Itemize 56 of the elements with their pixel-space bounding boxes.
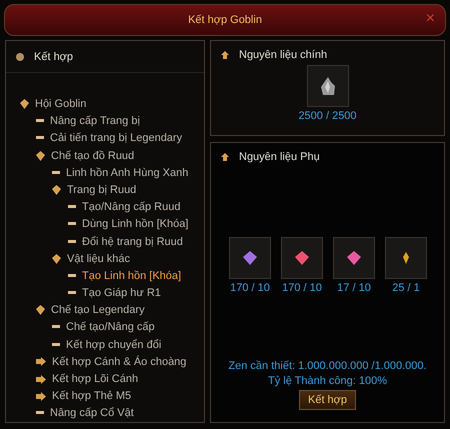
dash-icon (52, 170, 60, 175)
zen-cost: Zen cần thiết: 1.000.000.000 /1.000.000. (227, 360, 428, 372)
ore-icon (320, 77, 336, 95)
tree-item[interactable]: Nâng cấp Cổ Vật (50, 407, 134, 420)
success-rate: Tỷ lệ Thành công: 100% (266, 375, 388, 387)
tree-item[interactable]: Dùng Linh hồn [Khóa] (82, 218, 188, 230)
tree-item[interactable]: Trang bị Ruud (67, 184, 136, 196)
dash-icon (68, 205, 76, 210)
tree-item[interactable]: Chế tạo đồ Ruud (51, 150, 134, 162)
dash-icon (68, 274, 76, 278)
dash-icon (52, 342, 60, 347)
dash-icon (68, 240, 76, 244)
dash-icon (68, 222, 76, 226)
item-slot[interactable] (281, 237, 323, 279)
dash-icon (68, 291, 76, 296)
tree-item[interactable]: Nâng cấp Trang bị (50, 115, 140, 128)
item-count: 170 / 10 (282, 282, 322, 294)
orb-icon (16, 52, 24, 61)
tree-item[interactable]: Kết hợp Thẻ M5 (52, 390, 132, 402)
dash-icon (52, 325, 60, 330)
diamond-down-icon (20, 99, 29, 110)
tree-item[interactable]: Vật liệu khác (67, 252, 130, 265)
tree-item[interactable]: Cải tiến trang bị Legendary (50, 132, 182, 144)
dash-icon (36, 136, 44, 140)
window-title: Kết hợp Goblin (188, 14, 262, 26)
arrow-icon (221, 153, 229, 161)
tree-item[interactable]: Tạo Giáp hư R1 (82, 287, 161, 300)
item-slot[interactable] (229, 237, 271, 279)
tree-item[interactable]: Chế tạo Legendary (51, 304, 145, 316)
item-count: 2500 / 2500 (298, 110, 357, 122)
item-slot[interactable] (333, 237, 375, 279)
dash-icon (36, 119, 44, 124)
diamond-down-icon (36, 150, 45, 161)
tree-item[interactable]: Kết hợp Lõi Cánh (52, 373, 138, 386)
diamond-down-icon (36, 305, 45, 316)
tree-item[interactable]: Tạo Linh hồn [Khóa] (82, 270, 182, 282)
section-title: Nguyên liệu Phụ (239, 151, 320, 163)
item-slot[interactable] (306, 65, 348, 107)
tree-item[interactable]: Kết hợp chuyển đổi (66, 338, 162, 351)
tree-item[interactable]: Kết hợp Cánh & Áo choàng (52, 356, 186, 368)
dash-icon (36, 411, 44, 416)
diamond-down-icon (52, 184, 61, 195)
tree-item[interactable]: Linh hồn Anh Hùng Xanh (66, 166, 188, 179)
item-count: 170 / 10 (230, 282, 270, 294)
tree-item[interactable]: Tạo/Nâng cấp Ruud (82, 201, 180, 214)
item-slot[interactable] (385, 237, 427, 279)
item-count: 17 / 10 (337, 282, 371, 294)
diamond-down-icon (52, 254, 61, 264)
tree-item[interactable]: Đổi hệ trang bị Ruud (82, 236, 183, 248)
combine-button[interactable]: Kết hợp (298, 390, 356, 410)
tree-item[interactable]: Hội Goblin (35, 98, 86, 110)
section-title: Nguyên liệu chính (239, 49, 328, 61)
item-count: 25 / 1 (392, 282, 420, 294)
panel-title: Kết hợp (34, 50, 74, 63)
arrow-icon (221, 51, 229, 59)
tree-item[interactable]: Chế tạo/Nâng cấp (66, 321, 155, 334)
